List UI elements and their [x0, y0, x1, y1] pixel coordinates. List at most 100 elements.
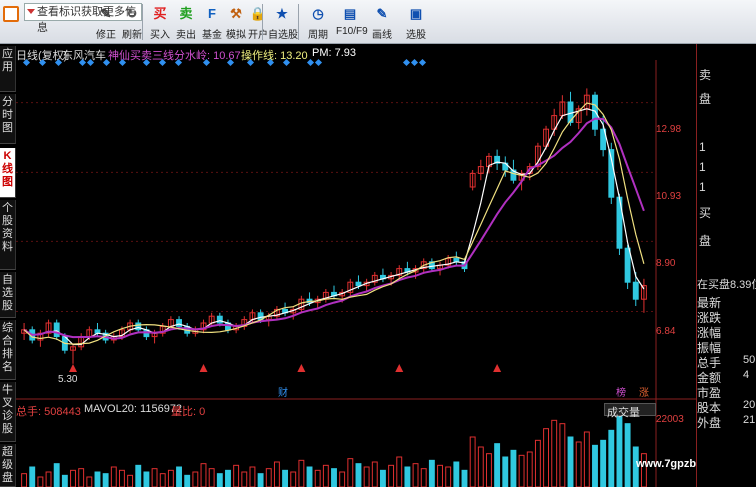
买入-button[interactable]: 买买入 [146, 2, 174, 42]
volume-bar [86, 476, 93, 487]
toolbar-separator [142, 4, 143, 40]
volume-bar [461, 469, 468, 487]
candle-body [135, 322, 142, 331]
order-book-label: 1 [699, 160, 706, 174]
volume-bar [45, 471, 52, 487]
volume-bar [543, 428, 549, 487]
volume-bar [608, 429, 615, 487]
pen-icon: ✎ [376, 6, 388, 21]
volume-bar [347, 458, 354, 487]
side-tab-6[interactable]: 牛叉诊股 [0, 382, 16, 442]
side-tab-2[interactable]: K线图 [0, 148, 16, 198]
signal-diamond [418, 58, 427, 67]
volume-bar [420, 468, 427, 487]
button-label: 买入 [150, 30, 170, 41]
volume-bar [592, 444, 598, 487]
f10-icon: ▤ [343, 6, 357, 21]
candle-body [216, 315, 223, 324]
signal-diamond [102, 58, 111, 67]
button-label: 自选股 [268, 30, 298, 41]
volume-bar [53, 463, 60, 487]
moving-average-line [23, 117, 645, 340]
volume-bar [486, 453, 492, 487]
周期-button[interactable]: ◷ 周期 [304, 2, 332, 42]
button-label: 修正 [96, 30, 116, 41]
order-book-label: 盘 [699, 234, 712, 248]
volume-bar [551, 419, 558, 487]
F10/F9-button[interactable]: ▤ F10/F9 [336, 2, 368, 42]
volume-bar [21, 473, 28, 487]
side-tab-5[interactable]: 综合排名 [0, 320, 16, 380]
sell-icon: 卖 [179, 6, 193, 21]
candle-body [624, 247, 631, 283]
volume-bar [167, 469, 174, 487]
修正-button[interactable]: ✎ 修正 [92, 2, 120, 42]
star-icon: ★ [276, 6, 288, 21]
volume-bar [151, 468, 158, 487]
volume-bar [200, 463, 207, 487]
volume-bar [510, 449, 517, 487]
signal-diamond [158, 58, 167, 67]
signal-diamond [226, 58, 235, 67]
volume-indicator-dropdown[interactable]: 成交量 [604, 403, 656, 419]
mavol-label: MAVOL20: 1156972 [84, 403, 183, 415]
zhang-marker[interactable]: 涨 [639, 384, 649, 399]
signal-diamond [118, 58, 127, 67]
signal-diamond [78, 58, 87, 67]
kline-chart[interactable]: 日线(复权) 东风汽车 神仙买卖三线 分水岭: 10.67 操作线: 13.20… [16, 44, 722, 487]
button-label: F10/F9 [336, 26, 368, 37]
side-tab-4[interactable]: 自选股 [0, 272, 16, 318]
buy-signal-arrow [199, 364, 208, 372]
volume-total: 总手: 508443 [16, 406, 81, 418]
lock-icon: 🔒 [249, 6, 267, 21]
signal-diamond [410, 58, 419, 67]
buy-signal-arrow [493, 364, 502, 372]
cai-marker[interactable]: 财 [278, 384, 288, 399]
volume-bar [290, 471, 297, 487]
volume-bar [110, 466, 117, 487]
side-tab-7[interactable]: 超级盘 [0, 444, 16, 487]
toolbar: 查看标识获取更多信息 ✎ 修正 ↻ 刷新买买入卖卖出 F 基金 ⚒ 模拟 🔒 开户 ★ 自选股 ◷ 周期 ▤… [0, 0, 756, 44]
signal-diamond [282, 58, 291, 67]
volume-bar [208, 468, 215, 487]
volume-bar [241, 471, 248, 487]
signal-diamond [202, 58, 211, 67]
candle-body [632, 281, 639, 300]
volume-bar [355, 463, 362, 487]
卖出-button[interactable]: 卖卖出 [172, 2, 200, 42]
自选股-button[interactable]: ★ 自选股 [268, 2, 298, 42]
slash-icon: ✎ [100, 6, 112, 21]
画线-button[interactable]: ✎ 画线 [368, 2, 396, 42]
volume-bar [624, 423, 631, 487]
volume-ratio: 量比: 0 [171, 406, 206, 418]
side-tab-1[interactable]: 分时图 [0, 94, 16, 144]
signal-diamond [174, 58, 183, 67]
price-tick: 10.93 [656, 191, 682, 202]
volume-bar [306, 466, 313, 487]
quote-row-value: 50 [743, 354, 756, 366]
buy-signal-arrow [69, 364, 78, 372]
volume-bar [225, 469, 231, 487]
volume-bar [265, 468, 272, 487]
volume-bar [176, 466, 182, 487]
buy-signal-arrow [297, 364, 306, 372]
app-logo-icon[interactable] [3, 6, 19, 22]
candle-body [53, 322, 60, 338]
volume-bar [143, 471, 150, 487]
signal-diamond [22, 58, 31, 67]
side-tab-3[interactable]: 个股资料 [0, 200, 16, 270]
选股-button[interactable]: ▣ 选股 [402, 2, 430, 42]
volume-bar [396, 456, 403, 487]
bang-marker[interactable]: 榜 [616, 384, 626, 399]
side-tab-0[interactable]: 应用 [0, 46, 16, 92]
volume-bar [575, 441, 582, 487]
volume-bar [428, 459, 435, 487]
volume-bar [477, 446, 484, 487]
chart-canvas [16, 58, 696, 487]
volume-bar [469, 436, 476, 487]
price-tick: 12.98 [656, 124, 682, 135]
volume-bar [494, 443, 501, 487]
volume-bar [192, 471, 199, 487]
volume-bar [379, 469, 386, 487]
signal-diamond [38, 58, 47, 67]
